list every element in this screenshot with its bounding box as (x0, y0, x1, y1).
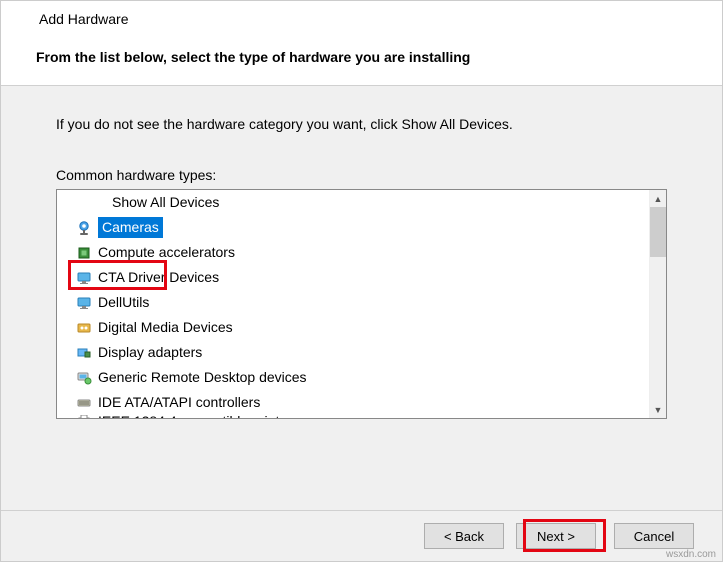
next-button[interactable]: Next > (516, 523, 596, 549)
list-item[interactable]: DellUtils (57, 290, 649, 315)
cancel-button[interactable]: Cancel (614, 523, 694, 549)
monitor-icon (75, 269, 92, 286)
blank-icon (89, 194, 106, 211)
content-area: If you do not see the hardware category … (1, 86, 722, 439)
list-item[interactable]: CTA Driver Devices (57, 265, 649, 290)
list-item[interactable]: Display adapters (57, 340, 649, 365)
item-label: Show All Devices (112, 192, 219, 213)
hardware-type-listbox[interactable]: Show All Devices Cameras Compute acceler… (56, 189, 667, 419)
media-icon (75, 319, 92, 336)
item-label: Generic Remote Desktop devices (98, 367, 307, 388)
item-label: DellUtils (98, 292, 149, 313)
item-label: Digital Media Devices (98, 317, 233, 338)
remote-icon (75, 369, 92, 386)
list-item[interactable]: IEEE 1284.4 compatible printers (57, 415, 649, 418)
window-title: Add Hardware (39, 11, 682, 27)
list-label: Common hardware types: (56, 167, 667, 183)
item-label: Display adapters (98, 342, 202, 363)
list-item[interactable]: Generic Remote Desktop devices (57, 365, 649, 390)
list-item[interactable]: Cameras (57, 215, 649, 240)
scroll-track[interactable] (650, 257, 666, 401)
item-label: Cameras (98, 217, 163, 238)
item-label: Compute accelerators (98, 242, 235, 263)
scroll-down-icon[interactable]: ▼ (650, 401, 666, 418)
list-items: Show All Devices Cameras Compute acceler… (57, 190, 649, 418)
display-icon (75, 344, 92, 361)
list-item[interactable]: IDE ATA/ATAPI controllers (57, 390, 649, 415)
list-item[interactable]: Compute accelerators (57, 240, 649, 265)
scroll-up-icon[interactable]: ▲ (650, 190, 666, 207)
button-bar: < Back Next > Cancel (1, 510, 722, 561)
back-button[interactable]: < Back (424, 523, 504, 549)
chip-icon (75, 244, 92, 261)
printer-icon (75, 415, 92, 418)
scrollbar[interactable]: ▲ ▼ (649, 190, 666, 418)
monitor-icon (75, 294, 92, 311)
item-label: CTA Driver Devices (98, 267, 219, 288)
page-subtitle: From the list below, select the type of … (36, 49, 682, 65)
list-item[interactable]: Show All Devices (57, 190, 649, 215)
item-label: IDE ATA/ATAPI controllers (98, 392, 260, 413)
scroll-thumb[interactable] (650, 207, 666, 257)
ide-icon (75, 394, 92, 411)
list-item[interactable]: Digital Media Devices (57, 315, 649, 340)
camera-icon (75, 219, 92, 236)
wizard-header: Add Hardware From the list below, select… (1, 1, 722, 86)
instruction-text: If you do not see the hardware category … (56, 116, 667, 132)
watermark: wsxdn.com (666, 549, 716, 560)
item-label: IEEE 1284.4 compatible printers (98, 415, 299, 418)
